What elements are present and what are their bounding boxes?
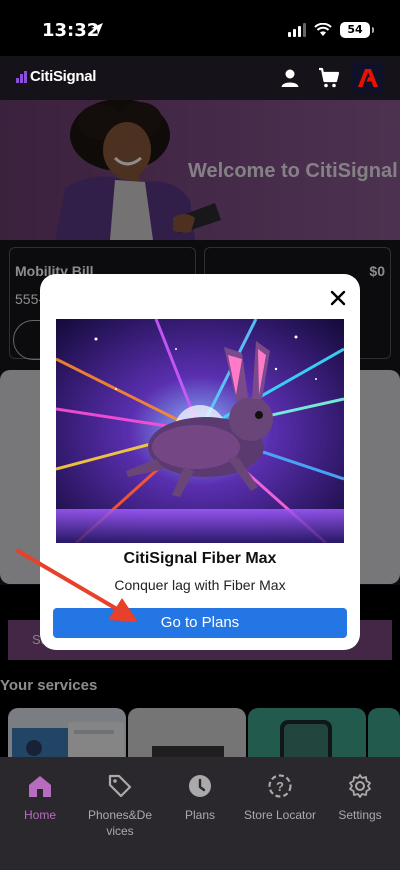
nav-phones-devices-label: Phones&Devices: [87, 808, 153, 838]
nav-plans-label: Plans: [184, 808, 216, 822]
gear-icon: [349, 774, 371, 798]
wifi-icon: [314, 23, 332, 36]
nav-plans[interactable]: Plans: [160, 773, 240, 823]
nav-phones-devices[interactable]: Phones&Devices: [80, 773, 160, 839]
signal-icon: [288, 23, 306, 37]
close-icon[interactable]: [328, 288, 348, 308]
location-arrow-icon: [91, 23, 103, 35]
status-indicators: 54: [288, 22, 374, 38]
status-bar: 13:32 54: [0, 0, 400, 56]
fiber-max-rabbit-image: [56, 319, 344, 543]
modal-title: CitiSignal Fiber Max: [123, 550, 277, 567]
cart-icon[interactable]: [317, 66, 341, 90]
promo-modal: CitiSignal Fiber Max Conquer lag with Fi…: [40, 274, 360, 650]
modal-subtitle: Conquer lag with Fiber Max: [114, 577, 286, 593]
nav-home[interactable]: Home: [0, 773, 80, 823]
location-question-icon: ?: [268, 774, 292, 798]
bottom-nav: Home Phones&Devices Plans ? Store Locato…: [0, 757, 400, 870]
battery-icon: 54: [340, 22, 374, 38]
clock-icon: [189, 775, 211, 797]
nav-settings[interactable]: Settings: [320, 773, 400, 823]
nav-home-label: Home: [23, 808, 56, 822]
nav-settings-label: Settings: [338, 808, 382, 822]
go-to-plans-button[interactable]: Go to Plans: [53, 608, 347, 638]
svg-text:?: ?: [276, 779, 284, 794]
citisignal-logo[interactable]: CitiSignal: [16, 68, 96, 85]
adobe-icon: [358, 69, 378, 87]
adobe-button[interactable]: [352, 62, 384, 94]
app-header: CitiSignal: [0, 56, 400, 100]
account-icon[interactable]: [278, 66, 302, 90]
logo-mark-icon: [16, 70, 27, 83]
logo-text: CitiSignal: [30, 68, 97, 85]
nav-store-locator[interactable]: ? Store Locator: [240, 773, 320, 823]
nav-store-locator-label: Store Locator: [243, 808, 317, 822]
tag-icon: [108, 774, 132, 798]
home-icon: [29, 776, 51, 797]
